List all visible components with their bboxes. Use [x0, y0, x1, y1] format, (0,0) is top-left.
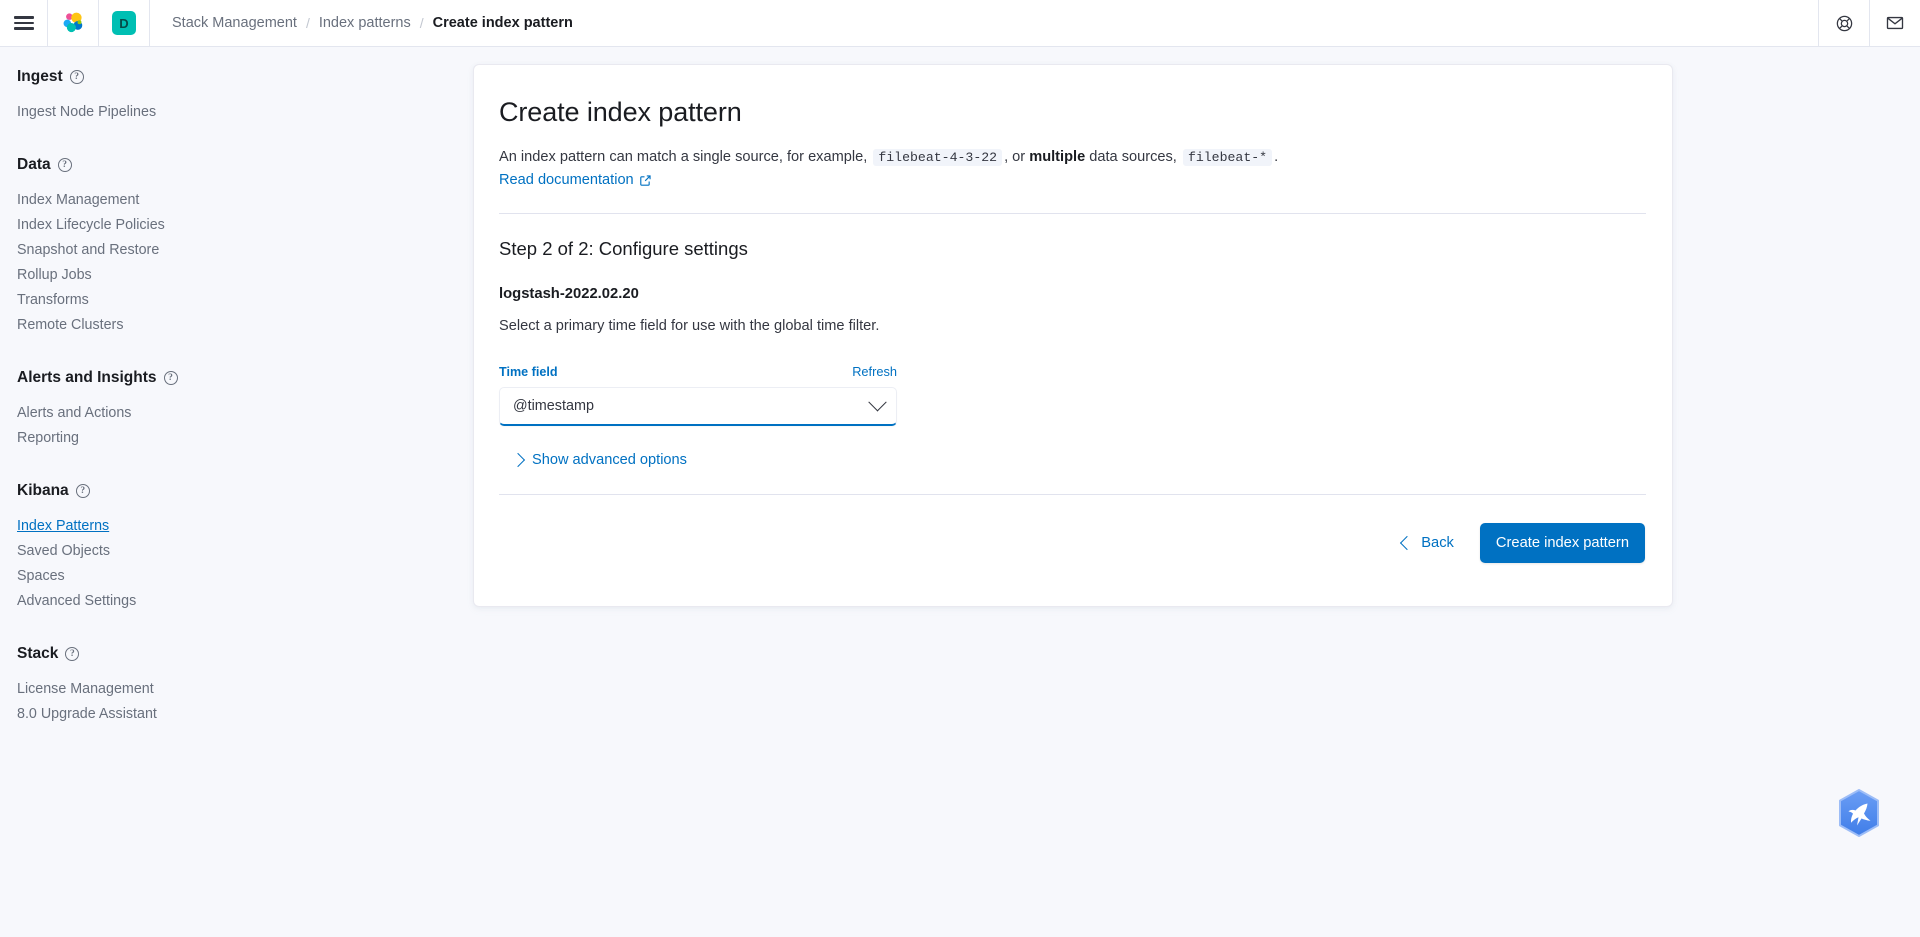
time-field-label: Time field: [499, 365, 558, 379]
sidebar-item-transforms[interactable]: Transforms: [16, 288, 470, 313]
back-button[interactable]: Back: [1396, 529, 1460, 557]
breadcrumb-separator: /: [305, 15, 310, 31]
elastic-logo-icon[interactable]: [48, 0, 98, 46]
time-field-form-row: Time field Refresh @timestamp: [499, 364, 899, 426]
help-lifebuoy-icon[interactable]: [1819, 0, 1869, 46]
question-circle-icon[interactable]: ?: [65, 647, 80, 661]
desc-part-3: data sources,: [1089, 149, 1177, 165]
desc-part-1: An index pattern can match a single sour…: [499, 149, 868, 165]
sidebar-item-index-management[interactable]: Index Management: [16, 188, 470, 213]
chevron-down-icon: [868, 392, 887, 411]
nav-group-ingest: Ingest ? Ingest Node Pipelines: [16, 67, 470, 125]
sidebar-item-rollup-jobs[interactable]: Rollup Jobs: [16, 263, 470, 288]
nav-group-stack: Stack ? License Management 8.0 Upgrade A…: [16, 644, 470, 727]
sidebar-item-saved-objects[interactable]: Saved Objects: [16, 539, 470, 564]
sidebar-item-spaces[interactable]: Spaces: [16, 564, 470, 589]
create-index-pattern-panel: Create index pattern An index pattern ca…: [473, 64, 1673, 607]
desc-part-4: .: [1274, 149, 1279, 165]
external-link-icon: [639, 174, 651, 186]
sidebar-item-license-management[interactable]: License Management: [16, 677, 470, 702]
question-circle-icon[interactable]: ?: [75, 484, 90, 498]
top-header-bar: D Stack Management / Index patterns / Cr…: [0, 0, 1920, 47]
nav-group-kibana: Kibana ? Index Patterns Saved Objects Sp…: [16, 481, 470, 614]
refresh-fields-link[interactable]: Refresh: [852, 364, 897, 379]
time-field-selected-value: @timestamp: [513, 398, 594, 414]
sidebar-item-upgrade-assistant[interactable]: 8.0 Upgrade Assistant: [16, 702, 470, 727]
nav-group-label: Kibana: [17, 482, 69, 499]
nav-group-title-stack: Stack ?: [17, 644, 470, 664]
panel-description: An index pattern can match a single sour…: [499, 146, 1646, 169]
breadcrumb-item-create-index-pattern: Create index pattern: [432, 15, 573, 31]
sidebar-item-reporting[interactable]: Reporting: [16, 426, 470, 451]
time-field-label-row: Time field Refresh: [499, 364, 897, 379]
show-advanced-options-label: Show advanced options: [532, 452, 687, 468]
sidebar-item-alerts-and-actions[interactable]: Alerts and Actions: [16, 401, 470, 426]
page-title: Create index pattern: [499, 97, 742, 127]
sidebar-item-index-patterns[interactable]: Index Patterns: [16, 514, 470, 539]
chevron-left-icon: [1400, 535, 1415, 551]
sidebar-item-remote-clusters[interactable]: Remote Clusters: [16, 313, 470, 338]
nav-group-label: Data: [17, 156, 51, 173]
sidebar-item-snapshot-and-restore[interactable]: Snapshot and Restore: [16, 238, 470, 263]
create-index-pattern-button[interactable]: Create index pattern: [1479, 523, 1645, 563]
mail-envelope-icon[interactable]: [1870, 0, 1920, 46]
sidebar-item-index-lifecycle-policies[interactable]: Index Lifecycle Policies: [16, 213, 470, 238]
read-documentation-label: Read documentation: [499, 172, 634, 188]
breadcrumb: Stack Management / Index patterns / Crea…: [150, 0, 573, 46]
nav-group-label: Stack: [17, 645, 59, 662]
read-documentation-link[interactable]: Read documentation: [499, 172, 652, 188]
section-divider: [499, 494, 1646, 495]
question-circle-icon[interactable]: ?: [69, 70, 84, 84]
mail-envelope-svg: [1886, 16, 1904, 30]
hamburger-menu-icon[interactable]: [0, 0, 47, 46]
desc-part-2: , or: [1004, 149, 1026, 165]
section-divider: [499, 213, 1646, 214]
breadcrumb-item-stack-management[interactable]: Stack Management: [172, 15, 297, 31]
settings-sidebar: Ingest ? Ingest Node Pipelines Data ? In…: [0, 47, 470, 937]
show-advanced-options-toggle[interactable]: Show advanced options: [510, 452, 687, 468]
time-field-select[interactable]: @timestamp: [499, 387, 897, 426]
chevron-right-icon: [510, 452, 526, 468]
hummingbird-hexagon-svg: [1839, 789, 1879, 837]
nav-group-alerts-and-insights: Alerts and Insights ? Alerts and Actions…: [16, 368, 470, 451]
elastic-logo-svg: [63, 12, 83, 33]
breadcrumb-item-index-patterns[interactable]: Index patterns: [319, 15, 411, 31]
question-circle-icon[interactable]: ?: [57, 158, 72, 172]
space-avatar-label: D: [112, 11, 136, 35]
nav-group-label: Alerts and Insights: [17, 369, 157, 386]
hummingbird-hexagon-icon[interactable]: [1833, 787, 1885, 839]
desc-bold-multiple: multiple: [1029, 149, 1086, 165]
nav-group-title-data: Data ?: [17, 155, 470, 175]
header-right-actions: [1818, 0, 1920, 46]
question-circle-icon[interactable]: ?: [163, 371, 178, 385]
step-title: Step 2 of 2: Configure settings: [499, 238, 748, 259]
example-code-single: filebeat-4-3-22: [873, 149, 1003, 166]
nav-group-label: Ingest: [17, 68, 63, 85]
example-code-wildcard: filebeat-*: [1182, 149, 1273, 166]
time-field-help-text: Select a primary time field for use with…: [499, 318, 880, 334]
breadcrumb-separator: /: [419, 15, 424, 31]
help-lifebuoy-svg: [1836, 15, 1852, 31]
sidebar-item-advanced-settings[interactable]: Advanced Settings: [16, 589, 470, 614]
panel-footer-actions: Back Create index pattern: [1396, 523, 1645, 563]
nav-group-title-kibana: Kibana ?: [17, 481, 470, 501]
nav-group-title-alerts-and-insights: Alerts and Insights ?: [17, 368, 470, 388]
space-avatar[interactable]: D: [99, 0, 149, 46]
sidebar-item-ingest-node-pipelines[interactable]: Ingest Node Pipelines: [16, 100, 470, 125]
nav-group-data: Data ? Index Management Index Lifecycle …: [16, 155, 470, 338]
nav-group-title-ingest: Ingest ?: [17, 67, 470, 87]
index-pattern-name: logstash-2022.02.20: [499, 286, 639, 302]
back-button-label: Back: [1421, 535, 1454, 551]
hamburger-bars: [13, 16, 34, 30]
